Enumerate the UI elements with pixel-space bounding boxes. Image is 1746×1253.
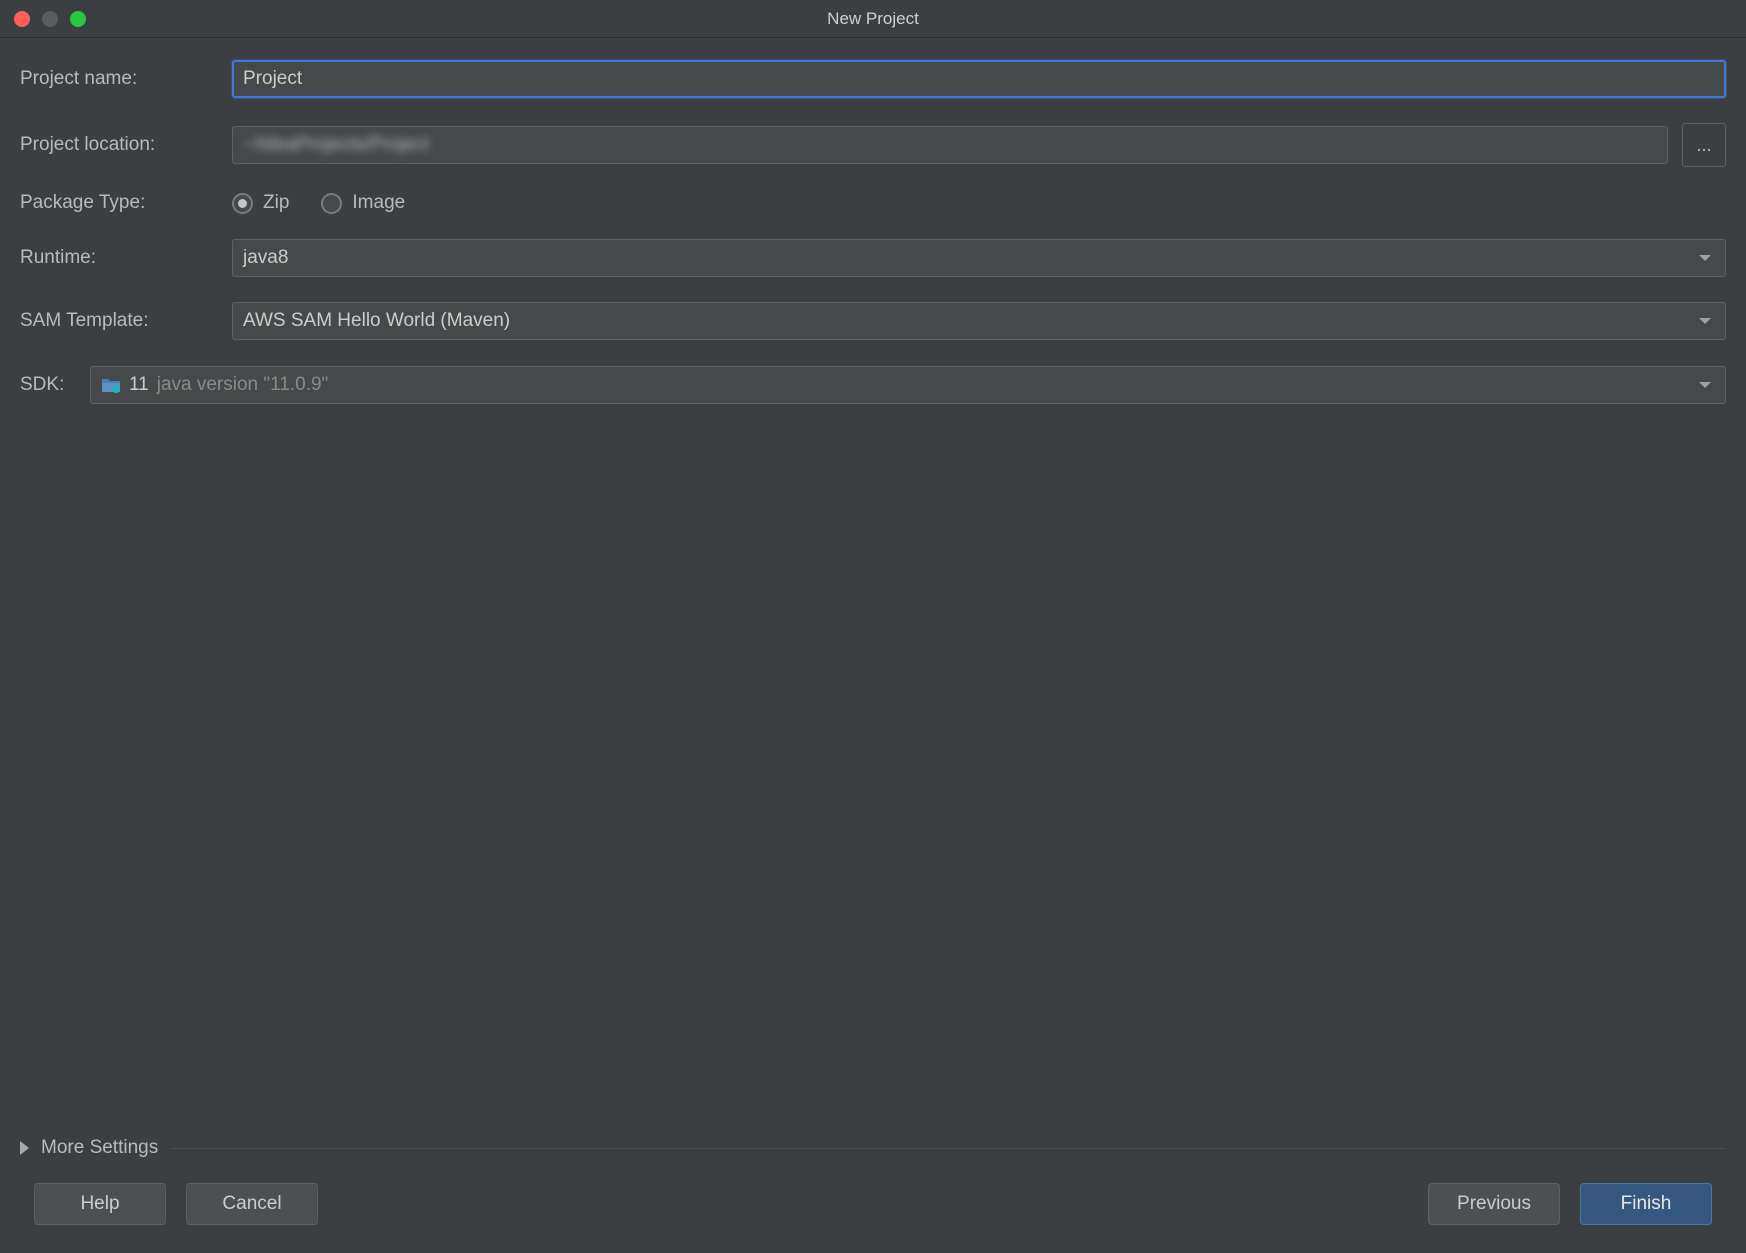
project-location-label: Project location: <box>20 134 232 156</box>
window-controls <box>0 11 86 27</box>
project-name-label: Project name: <box>20 68 232 90</box>
previous-button[interactable]: Previous <box>1428 1183 1560 1225</box>
package-type-image-label: Image <box>352 192 405 214</box>
more-settings-row: More Settings <box>20 1137 1726 1159</box>
more-settings-label[interactable]: More Settings <box>41 1137 158 1159</box>
cancel-button[interactable]: Cancel <box>186 1183 318 1225</box>
project-form: Project name: Project location: ~/IdeaPr… <box>20 60 1726 340</box>
project-location-input[interactable]: ~/IdeaProjects/Project <box>232 126 1668 164</box>
runtime-value: java8 <box>243 247 288 269</box>
separator <box>170 1148 1726 1149</box>
sam-template-label: SAM Template: <box>20 310 232 332</box>
finish-button[interactable]: Finish <box>1580 1183 1712 1225</box>
folder-icon <box>101 377 121 393</box>
package-type-group: Zip Image <box>232 192 1726 214</box>
spacer <box>20 404 1726 1137</box>
package-type-image-radio[interactable]: Image <box>321 192 405 214</box>
dialog-buttons: Help Cancel Previous Finish <box>20 1183 1726 1243</box>
package-type-zip-label: Zip <box>263 192 289 214</box>
radio-icon <box>232 193 253 214</box>
sdk-row: SDK: 11 java version "11.0.9" <box>20 366 1726 404</box>
titlebar: New Project <box>0 0 1746 38</box>
chevron-down-icon <box>1699 382 1711 388</box>
radio-icon <box>321 193 342 214</box>
project-name-input[interactable] <box>232 60 1726 98</box>
dialog-content: Project name: Project location: ~/IdeaPr… <box>0 38 1746 1253</box>
package-type-label: Package Type: <box>20 192 232 214</box>
chevron-down-icon <box>1699 255 1711 261</box>
sdk-name: 11 <box>129 374 149 396</box>
close-icon[interactable] <box>14 11 30 27</box>
sam-template-select[interactable]: AWS SAM Hello World (Maven) <box>232 302 1726 340</box>
runtime-label: Runtime: <box>20 247 232 269</box>
maximize-icon[interactable] <box>70 11 86 27</box>
runtime-select[interactable]: java8 <box>232 239 1726 277</box>
project-location-row: ~/IdeaProjects/Project ... <box>232 123 1726 167</box>
minimize-icon <box>42 11 58 27</box>
sdk-select[interactable]: 11 java version "11.0.9" <box>90 366 1726 404</box>
window-title: New Project <box>0 9 1746 29</box>
ellipsis-icon: ... <box>1696 135 1711 156</box>
chevron-down-icon <box>1699 318 1711 324</box>
browse-button[interactable]: ... <box>1682 123 1726 167</box>
package-type-zip-radio[interactable]: Zip <box>232 192 289 214</box>
sdk-label: SDK: <box>20 374 76 396</box>
disclosure-triangle-icon[interactable] <box>20 1141 29 1155</box>
help-button[interactable]: Help <box>34 1183 166 1225</box>
project-location-value: ~/IdeaProjects/Project <box>243 134 429 156</box>
sdk-detail: java version "11.0.9" <box>157 374 329 396</box>
sdk-content: 11 java version "11.0.9" <box>101 374 328 396</box>
sam-template-value: AWS SAM Hello World (Maven) <box>243 310 510 332</box>
